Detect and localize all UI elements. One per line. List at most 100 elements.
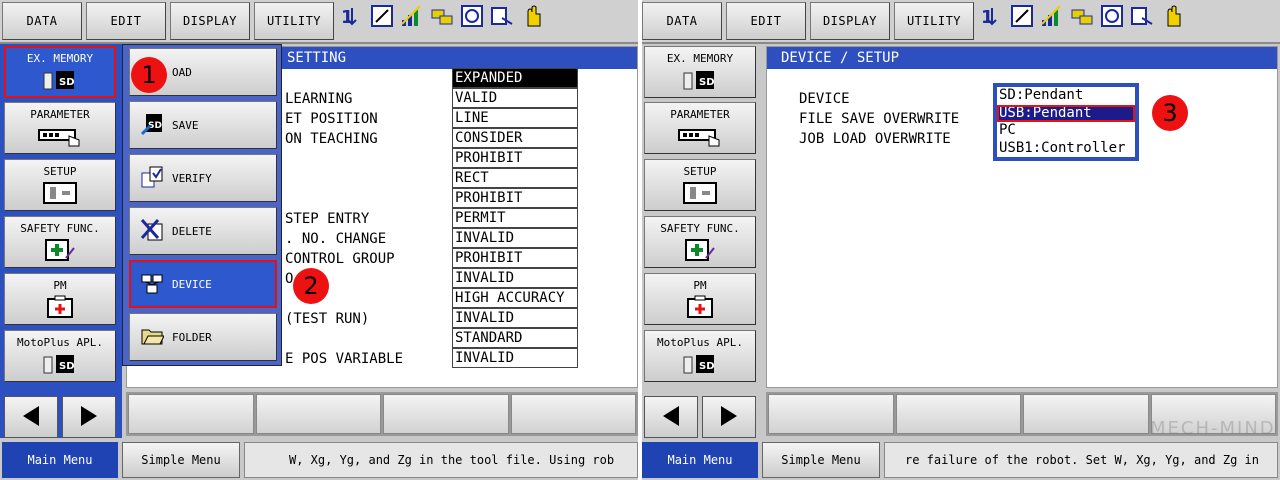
next-page-button[interactable] [702, 396, 756, 438]
hand-icon[interactable] [520, 4, 544, 28]
submenu-save[interactable]: SD SAVE [129, 101, 277, 149]
page-nav [4, 396, 116, 438]
sidebar-item-parameter[interactable]: PARAMETER [4, 102, 116, 154]
settings-disk-icon[interactable] [1100, 4, 1124, 28]
sidebar-item-ex-memory[interactable]: EX. MEMORY SD [644, 46, 756, 98]
bottom-button-3[interactable] [383, 394, 509, 434]
setting-value[interactable]: INVALID [452, 348, 578, 368]
next-page-button[interactable] [62, 396, 116, 438]
bottom-button-1[interactable] [768, 394, 894, 434]
menu-utility[interactable]: UTILITY [894, 2, 974, 40]
export-icon[interactable] [490, 4, 514, 28]
cars-icon[interactable] [430, 4, 454, 28]
cars-icon[interactable] [1070, 4, 1094, 28]
setting-value[interactable]: RECT [452, 168, 578, 188]
export-icon[interactable] [1130, 4, 1154, 28]
setting-value[interactable]: INVALID [452, 308, 578, 328]
setting-value[interactable]: STANDARD [452, 328, 578, 348]
sidebar-item-safety-func[interactable]: SAFETY FUNC. [4, 216, 116, 268]
signal-icon[interactable] [1040, 4, 1064, 28]
menu-edit[interactable]: EDIT [726, 2, 806, 40]
prev-page-button[interactable] [4, 396, 58, 438]
menu-bar: DATA EDIT DISPLAY UTILITY 1 [640, 0, 1280, 44]
sidebar-item-setup[interactable]: SETUP [4, 159, 116, 211]
device-option-selected[interactable]: USB:Pendant [997, 104, 1135, 122]
sidebar-item-label: SETUP [683, 165, 717, 178]
simple-menu-button[interactable]: Simple Menu [122, 442, 240, 478]
setting-value[interactable]: INVALID [452, 268, 578, 288]
setting-value[interactable]: INVALID [452, 228, 578, 248]
setting-value[interactable]: CONSIDER [452, 128, 578, 148]
status-bar: Main Menu Simple Menu re failure of the … [640, 440, 1280, 480]
sidebar-item-label: MotoPlus APL. [16, 336, 104, 349]
simple-menu-button[interactable]: Simple Menu [762, 442, 880, 478]
setting-label: STEP ENTRY [285, 211, 370, 227]
submenu-verify[interactable]: VERIFY [129, 154, 277, 202]
sidebar-item-safety-func[interactable]: SAFETY FUNC. [644, 216, 756, 268]
sidebar-item-motoplus[interactable]: MotoPlus APL. SD [4, 330, 116, 382]
sidebar-item-label: PARAMETER [30, 108, 90, 121]
submenu-delete[interactable]: DELETE [129, 207, 277, 255]
setting-value[interactable]: PROHIBIT [452, 188, 578, 208]
sort-icon[interactable]: 1 [980, 4, 1004, 28]
main-menu-button[interactable]: Main Menu [2, 442, 118, 478]
sidebar-item-setup[interactable]: SETUP [644, 159, 756, 211]
device-dropdown[interactable]: SD:Pendant USB:Pendant PC USB1:Controlle… [993, 83, 1139, 161]
status-bar: Main Menu Simple Menu W, Xg, Yg, and Zg … [0, 440, 640, 480]
edit-icon[interactable] [370, 4, 394, 28]
sidebar-item-ex-memory[interactable]: EX. MEMORY SD [4, 46, 116, 98]
toolbar: 1 [340, 4, 544, 28]
setting-value[interactable]: HIGH ACCURACY [452, 288, 578, 308]
sidebar-item-motoplus[interactable]: MotoPlus APL. SD [644, 330, 756, 382]
setting-label: LEARNING [285, 91, 353, 107]
arrow-left-icon [659, 404, 683, 431]
signal-icon[interactable] [400, 4, 424, 28]
menu-data[interactable]: DATA [2, 2, 82, 40]
device-icon [140, 271, 164, 298]
edit-icon[interactable] [1010, 4, 1034, 28]
sidebar-item-parameter[interactable]: PARAMETER [644, 102, 756, 154]
submenu-device[interactable]: DEVICE [129, 260, 277, 308]
setting-value[interactable]: EXPANDED [452, 68, 578, 88]
setting-label: E POS VARIABLE [285, 351, 404, 367]
sidebar-item-label: EX. MEMORY [666, 52, 734, 65]
hand-icon[interactable] [1160, 4, 1184, 28]
sidebar-item-pm[interactable]: PM [4, 273, 116, 325]
sidebar-item-label: MotoPlus APL. [656, 336, 744, 349]
setting-value[interactable]: VALID [452, 88, 578, 108]
device-option[interactable]: PC [997, 122, 1135, 140]
parameter-icon [35, 124, 85, 148]
bottom-button-2[interactable] [255, 394, 381, 434]
verify-icon [140, 165, 164, 192]
setting-value[interactable]: LINE [452, 108, 578, 128]
bottom-button-2[interactable] [895, 394, 1021, 434]
device-option[interactable]: USB1:Controller [997, 140, 1135, 158]
menu-bar: DATA EDIT DISPLAY UTILITY 1 [0, 0, 640, 44]
menu-data[interactable]: DATA [642, 2, 722, 40]
sort-icon[interactable]: 1 [340, 4, 364, 28]
submenu-folder[interactable]: FOLDER [129, 313, 277, 361]
menu-edit[interactable]: EDIT [86, 2, 166, 40]
submenu-label: FOLDER [172, 330, 212, 344]
step-badge-3: 3 [1152, 95, 1188, 131]
parameter-icon [675, 124, 725, 148]
menu-display[interactable]: DISPLAY [170, 2, 250, 40]
bottom-button-1[interactable] [128, 394, 254, 434]
save-icon: SD [140, 112, 164, 139]
job-load-overwrite-label: JOB LOAD OVERWRITE [799, 131, 951, 147]
bottom-button-4[interactable] [510, 394, 636, 434]
sidebar: EX. MEMORY SD PARAMETER SETUP SAFETY FUN… [640, 44, 762, 438]
setting-value[interactable]: PROHIBIT [452, 248, 578, 268]
sidebar-item-pm[interactable]: PM [644, 273, 756, 325]
setting-value[interactable]: PERMIT [452, 208, 578, 228]
menu-display[interactable]: DISPLAY [810, 2, 890, 40]
sd-card-icon: SD [680, 352, 720, 376]
bottom-button-3[interactable] [1023, 394, 1149, 434]
setting-value[interactable]: PROHIBIT [452, 148, 578, 168]
settings-disk-icon[interactable] [460, 4, 484, 28]
main-menu-button[interactable]: Main Menu [642, 442, 758, 478]
sd-card-icon: SD [40, 352, 80, 376]
menu-utility[interactable]: UTILITY [254, 2, 334, 40]
device-option[interactable]: SD:Pendant [997, 87, 1135, 105]
prev-page-button[interactable] [644, 396, 698, 438]
